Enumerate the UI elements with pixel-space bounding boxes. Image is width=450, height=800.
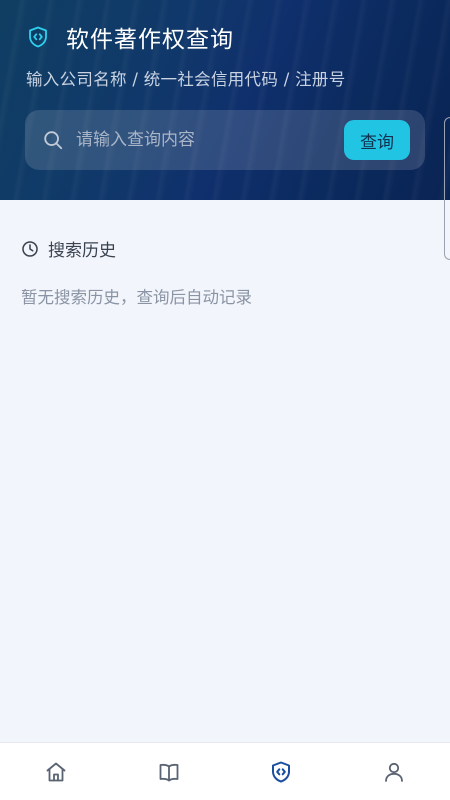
- user-icon: [384, 762, 403, 782]
- page-title: 软件著作权查询: [66, 27, 234, 53]
- search-box: 查询: [25, 110, 425, 170]
- tab-profile[interactable]: [338, 743, 450, 800]
- shield-code-icon: [272, 761, 291, 782]
- search-icon: [42, 129, 64, 151]
- page-subtitle: 输入公司名称 / 统一社会信用代码 / 注册号: [26, 70, 346, 89]
- tab-copyright[interactable]: [225, 743, 338, 800]
- header-banner: 软件著作权查询 输入公司名称 / 统一社会信用代码 / 注册号 查询: [0, 0, 450, 200]
- history-title: 搜索历史: [48, 241, 116, 261]
- history-header: 搜索历史: [21, 236, 116, 261]
- history-empty-text: 暂无搜索历史，查询后自动记录: [21, 288, 252, 307]
- tab-library[interactable]: [113, 743, 226, 800]
- search-input[interactable]: [76, 120, 344, 160]
- search-button[interactable]: 查询: [344, 120, 410, 160]
- book-icon: [159, 763, 179, 781]
- tab-home[interactable]: [0, 743, 113, 800]
- clock-icon: [21, 240, 39, 258]
- scrollbar-handle[interactable]: [444, 117, 450, 260]
- bottom-tab-bar: [0, 742, 450, 800]
- shield-code-icon: [26, 25, 50, 49]
- title-row: 软件著作权查询: [26, 20, 234, 54]
- home-icon: [46, 762, 66, 781]
